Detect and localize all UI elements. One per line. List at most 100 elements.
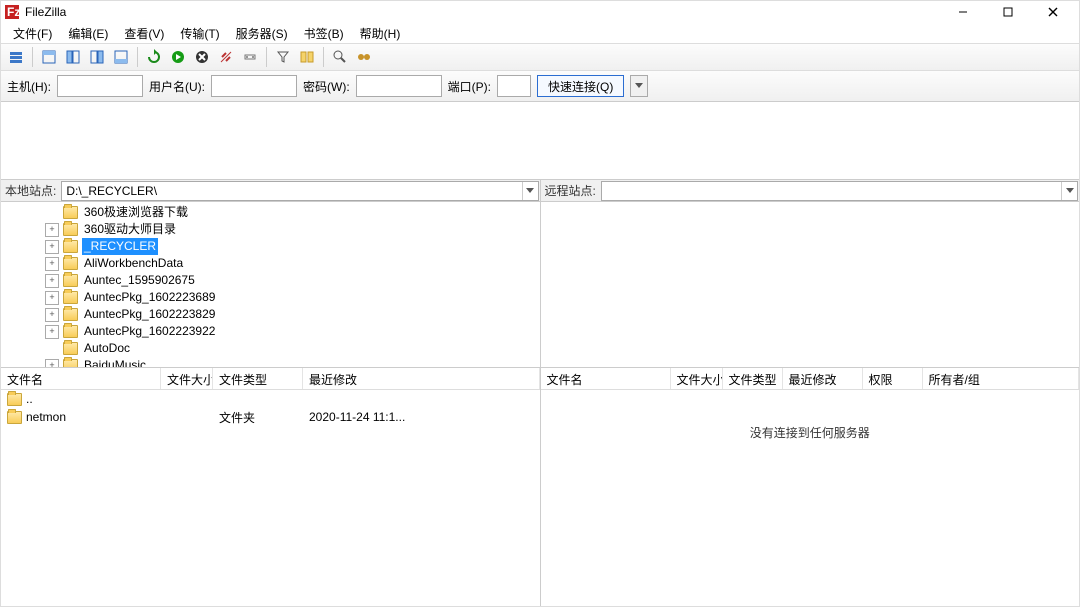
maximize-button[interactable] <box>985 2 1030 22</box>
toolbar <box>1 43 1079 71</box>
menu-view[interactable]: 查看(V) <box>116 23 172 44</box>
menu-transfer[interactable]: 传输(T) <box>172 23 227 44</box>
sync-browse-icon[interactable] <box>329 46 351 68</box>
col-size[interactable]: 文件大小 <box>161 368 213 389</box>
rcol-type[interactable]: 文件类型 <box>723 368 783 389</box>
tree-expand-icon[interactable]: + <box>45 325 59 339</box>
remote-empty-text: 没有连接到任何服务器 <box>541 390 1080 441</box>
local-path-input[interactable] <box>62 182 521 200</box>
refresh-icon[interactable] <box>143 46 165 68</box>
file-name: netmon <box>26 410 66 424</box>
port-input[interactable] <box>497 75 531 97</box>
tree-leaf-icon <box>45 206 59 220</box>
folder-icon <box>63 308 78 321</box>
remote-list-header[interactable]: 文件名 文件大小 文件类型 最近修改 权限 所有者/组 <box>541 368 1080 390</box>
toggle-log-icon[interactable] <box>38 46 60 68</box>
user-label: 用户名(U): <box>149 78 205 95</box>
folder-icon <box>63 359 78 367</box>
toggle-remote-tree-icon[interactable] <box>86 46 108 68</box>
tree-expand-icon[interactable]: + <box>45 274 59 288</box>
rcol-owner[interactable]: 所有者/组 <box>923 368 1080 389</box>
rcol-size[interactable]: 文件大小 <box>671 368 723 389</box>
quick-connect-button[interactable]: 快速连接(Q) <box>537 75 624 97</box>
tree-item[interactable]: +AuntecPkg_1602223829 <box>1 306 540 323</box>
rcol-modified[interactable]: 最近修改 <box>783 368 863 389</box>
tree-item-label: 360极速浏览器下载 <box>82 204 190 221</box>
quick-connect-dropdown[interactable] <box>630 75 648 97</box>
menu-edit[interactable]: 编辑(E) <box>60 23 116 44</box>
tree-item[interactable]: 360极速浏览器下载 <box>1 204 540 221</box>
tree-item-label: 360驱动大师目录 <box>82 221 178 238</box>
remote-path-input[interactable] <box>602 182 1061 200</box>
folder-icon <box>63 206 78 219</box>
local-path-combo[interactable] <box>61 181 538 201</box>
col-modified[interactable]: 最近修改 <box>303 368 540 389</box>
col-name[interactable]: 文件名 <box>1 368 161 389</box>
rcol-name[interactable]: 文件名 <box>541 368 671 389</box>
file-size <box>161 416 213 418</box>
user-input[interactable] <box>211 75 297 97</box>
minimize-button[interactable] <box>940 2 985 22</box>
tree-item[interactable]: + AuntecPkg_1602223922 <box>1 323 540 340</box>
toggle-queue-icon[interactable] <box>110 46 132 68</box>
remote-path-dropdown[interactable] <box>1061 182 1077 200</box>
tree-item[interactable]: AutoDoc <box>1 340 540 357</box>
tree-item-label: AuntecPkg_1602223922 <box>82 323 217 340</box>
remote-file-list[interactable]: 没有连接到任何服务器 <box>541 390 1080 606</box>
tree-item-label: AutoDoc <box>82 340 132 357</box>
file-type <box>213 398 303 400</box>
reconnect-icon[interactable] <box>239 46 261 68</box>
menu-file[interactable]: 文件(F) <box>5 23 60 44</box>
tree-expand-icon[interactable]: + <box>45 291 59 305</box>
tree-item[interactable]: +AliWorkbenchData <box>1 255 540 272</box>
remote-site-label: 远程站点: <box>541 180 600 201</box>
svg-text:Fz: Fz <box>7 5 19 19</box>
toggle-local-tree-icon[interactable] <box>62 46 84 68</box>
tree-item[interactable]: +Auntec_1595902675 <box>1 272 540 289</box>
password-input[interactable] <box>356 75 442 97</box>
host-label: 主机(H): <box>7 78 51 95</box>
tree-item[interactable]: + _RECYCLER <box>1 238 540 255</box>
menu-bookmarks[interactable]: 书签(B) <box>296 23 352 44</box>
local-list-header[interactable]: 文件名 文件大小 文件类型 最近修改 <box>1 368 540 390</box>
process-queue-icon[interactable] <box>167 46 189 68</box>
main-panes: 本地站点: 360极速浏览器下载+360驱动大师目录+_RECYCLER+Ali… <box>1 180 1079 606</box>
cancel-icon[interactable] <box>191 46 213 68</box>
remote-tree[interactable] <box>541 202 1080 368</box>
local-tree[interactable]: 360极速浏览器下载+360驱动大师目录+_RECYCLER+AliWorkbe… <box>1 202 540 368</box>
menu-help[interactable]: 帮助(H) <box>352 23 409 44</box>
tree-item-label: _RECYCLER <box>82 238 158 255</box>
tree-item[interactable]: +360驱动大师目录 <box>1 221 540 238</box>
remote-path-combo[interactable] <box>601 181 1078 201</box>
local-path-dropdown[interactable] <box>522 182 538 200</box>
filter-icon[interactable] <box>272 46 294 68</box>
folder-icon <box>63 223 78 236</box>
file-size <box>161 398 213 400</box>
tree-expand-icon[interactable]: + <box>45 359 59 368</box>
menubar: 文件(F) 编辑(E) 查看(V) 传输(T) 服务器(S) 书签(B) 帮助(… <box>1 23 1079 43</box>
disconnect-icon[interactable] <box>215 46 237 68</box>
local-file-list[interactable]: ..netmon文件夹2020-11-24 11:1... <box>1 390 540 606</box>
compare-icon[interactable] <box>296 46 318 68</box>
site-manager-icon[interactable] <box>5 46 27 68</box>
host-input[interactable] <box>57 75 143 97</box>
list-item[interactable]: netmon文件夹2020-11-24 11:1... <box>1 408 540 426</box>
menu-server[interactable]: 服务器(S) <box>228 23 296 44</box>
tree-expand-icon[interactable]: + <box>45 308 59 322</box>
folder-icon <box>63 257 78 270</box>
list-item[interactable]: .. <box>1 390 540 408</box>
col-type[interactable]: 文件类型 <box>213 368 303 389</box>
message-log[interactable] <box>1 102 1079 180</box>
close-button[interactable] <box>1030 2 1075 22</box>
rcol-perm[interactable]: 权限 <box>863 368 923 389</box>
tree-expand-icon[interactable]: + <box>45 240 59 254</box>
local-site-bar: 本地站点: <box>1 180 540 202</box>
tree-expand-icon[interactable]: + <box>45 223 59 237</box>
tree-expand-icon[interactable]: + <box>45 257 59 271</box>
quick-connect-bar: 主机(H): 用户名(U): 密码(W): 端口(P): 快速连接(Q) <box>1 71 1079 102</box>
tree-item[interactable]: + AuntecPkg_1602223689 <box>1 289 540 306</box>
folder-icon <box>63 240 78 253</box>
tree-item[interactable]: +BaiduMusic <box>1 357 540 367</box>
search-icon[interactable] <box>353 46 375 68</box>
tree-item-label: AuntecPkg_1602223689 <box>82 289 217 306</box>
